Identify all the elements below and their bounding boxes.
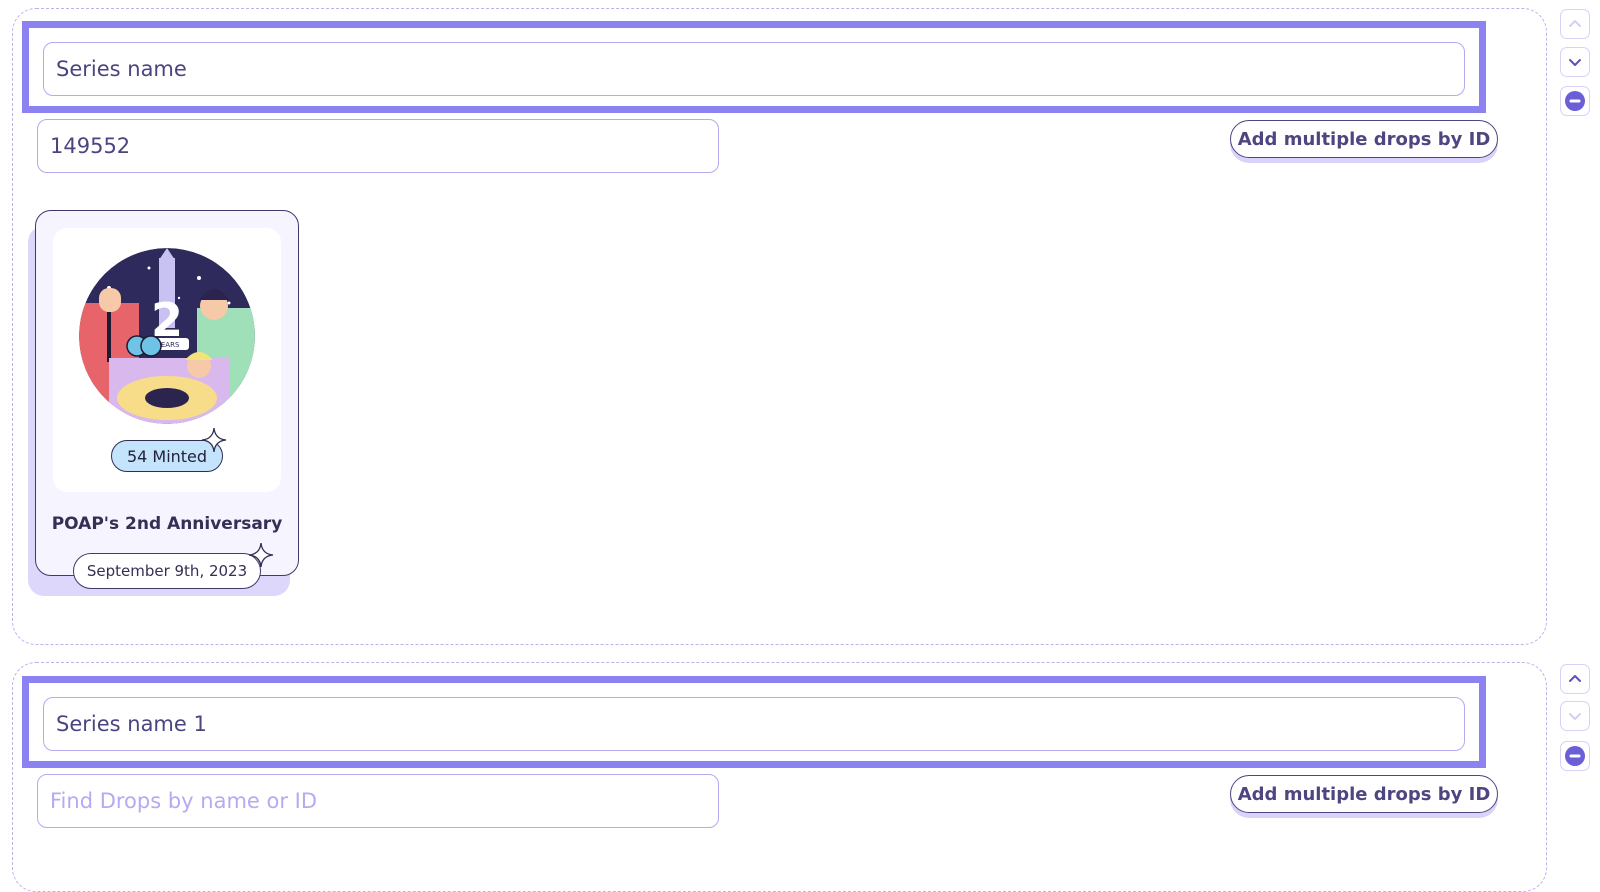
drop-date-badge: September 9th, 2023 [73, 553, 261, 589]
chevron-down-icon [1569, 59, 1581, 66]
move-up-button[interactable] [1560, 664, 1590, 694]
minus-circle-icon [1565, 91, 1585, 111]
drop-title: POAP's 2nd Anniversary [51, 514, 283, 534]
move-up-button[interactable] [1560, 9, 1590, 39]
drop-artwork: 2 YEARS [79, 248, 255, 424]
sparkle-icon [248, 542, 274, 568]
chevron-down-icon [1569, 713, 1581, 720]
drop-card-image-area: 2 YEARS 54 Minted [53, 228, 281, 492]
add-multiple-drops-button[interactable]: Add multiple drops by ID [1230, 120, 1498, 158]
remove-series-button[interactable] [1560, 741, 1590, 771]
series-name-highlight: Series name [22, 21, 1486, 113]
chevron-up-icon [1569, 675, 1581, 682]
chevron-up-icon [1569, 20, 1581, 27]
sparkle-icon [201, 427, 227, 453]
drop-card[interactable]: 2 YEARS 54 Minted POAP's 2nd Anniversary… [35, 210, 299, 589]
move-down-button[interactable] [1560, 47, 1590, 77]
remove-series-button[interactable] [1560, 86, 1590, 116]
minus-circle-icon [1565, 746, 1585, 766]
drop-search-input[interactable]: 149552 [37, 119, 719, 173]
series-name-input[interactable]: Series name [43, 42, 1465, 96]
series-name-highlight: Series name 1 [22, 676, 1486, 768]
series-name-input[interactable]: Series name 1 [43, 697, 1465, 751]
add-multiple-drops-button[interactable]: Add multiple drops by ID [1230, 775, 1498, 813]
move-down-button[interactable] [1560, 701, 1590, 731]
drop-search-input[interactable]: Find Drops by name or ID [37, 774, 719, 828]
